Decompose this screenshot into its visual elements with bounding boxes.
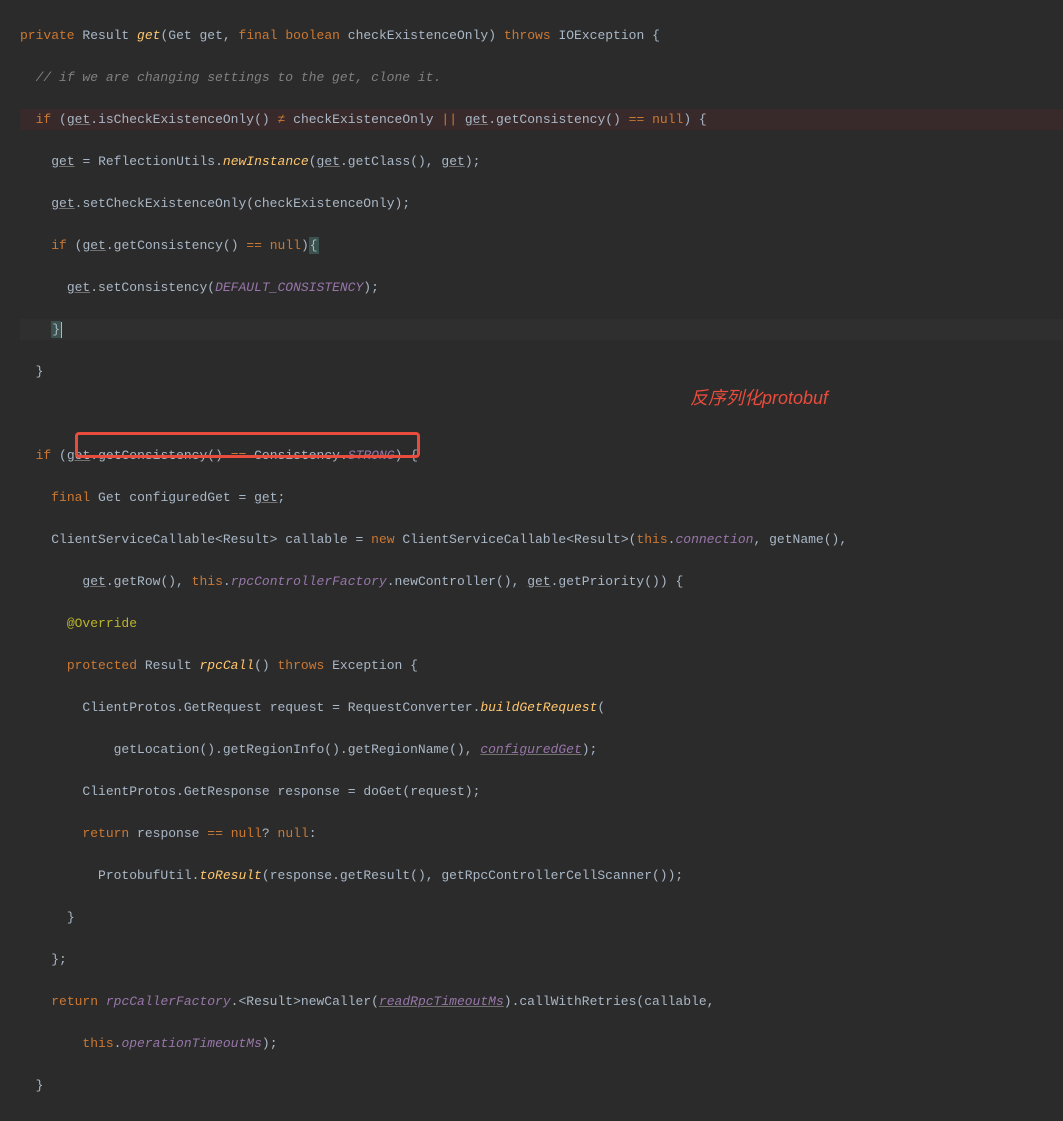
code-line: get = ReflectionUtils.newInstance(get.ge… — [20, 151, 1063, 172]
code-line: this.operationTimeoutMs); — [20, 1033, 1063, 1054]
code-line: ProtobufUtil.toResult(response.getResult… — [20, 865, 1063, 886]
code-line: // if we are changing settings to the ge… — [20, 67, 1063, 88]
code-line: getLocation().getRegionInfo().getRegionN… — [20, 739, 1063, 760]
code-line: if (get.isCheckExistenceOnly() ≠ checkEx… — [20, 109, 1063, 130]
code-line: }; — [20, 949, 1063, 970]
code-line: get.getRow(), this.rpcControllerFactory.… — [20, 571, 1063, 592]
code-line: if (get.getConsistency() == Consistency.… — [20, 445, 1063, 466]
code-line: final Get configuredGet = get; — [20, 487, 1063, 508]
code-line: if (get.getConsistency() == null){ — [20, 235, 1063, 256]
code-line: } — [20, 1075, 1063, 1096]
code-line: ClientServiceCallable<Result> callable =… — [20, 529, 1063, 550]
code-line: } — [20, 361, 1063, 382]
code-line: @Override — [20, 613, 1063, 634]
code-line: ClientProtos.GetRequest request = Reques… — [20, 697, 1063, 718]
code-line: protected Result rpcCall() throws Except… — [20, 655, 1063, 676]
text-caret — [61, 322, 62, 338]
code-line: return response == null? null: — [20, 823, 1063, 844]
code-line-caret: } — [20, 319, 1063, 340]
code-line: return rpcCallerFactory.<Result>newCalle… — [20, 991, 1063, 1012]
code-line: get.setConsistency(DEFAULT_CONSISTENCY); — [20, 277, 1063, 298]
code-line: private Result get(Get get, final boolea… — [20, 25, 1063, 46]
code-line: ClientProtos.GetResponse response = doGe… — [20, 781, 1063, 802]
code-line: } — [20, 907, 1063, 928]
code-line — [20, 403, 1063, 424]
code-line: get.setCheckExistenceOnly(checkExistence… — [20, 193, 1063, 214]
code-editor[interactable]: private Result get(Get get, final boolea… — [0, 0, 1063, 1121]
